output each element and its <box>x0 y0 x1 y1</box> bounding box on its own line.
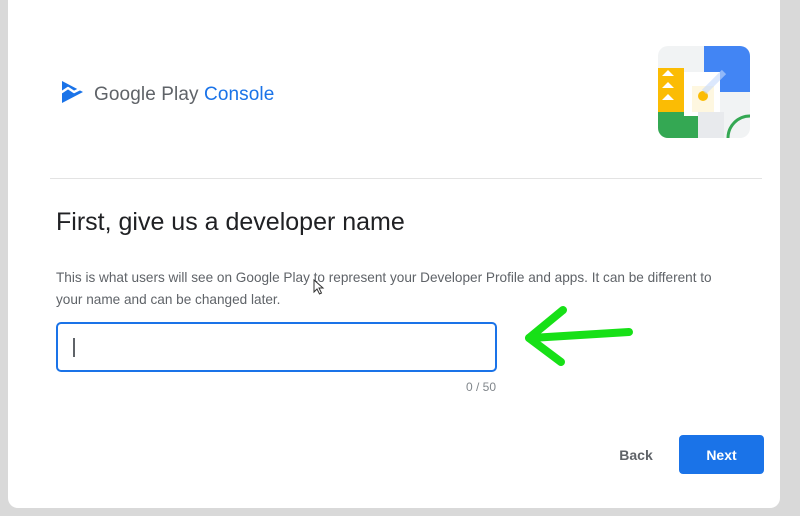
mouse-pointer-icon <box>313 278 325 300</box>
developer-name-input[interactable] <box>58 324 495 370</box>
character-counter: 0 / 50 <box>465 380 496 394</box>
brand-name: Google Play Console <box>94 83 275 105</box>
page-title: First, give us a developer name <box>56 208 405 236</box>
play-console-logo-icon <box>58 78 86 111</box>
developer-name-field[interactable] <box>56 322 497 372</box>
developer-name-card: Google Play Console First, give us a dev… <box>8 0 780 508</box>
green-arrow-left-icon <box>523 298 635 373</box>
brand-logo: Google Play Console <box>58 78 274 111</box>
next-button[interactable]: Next <box>679 435 764 474</box>
back-button[interactable]: Back <box>608 440 664 470</box>
play-console-illustration <box>658 46 750 138</box>
header-divider <box>50 178 762 179</box>
